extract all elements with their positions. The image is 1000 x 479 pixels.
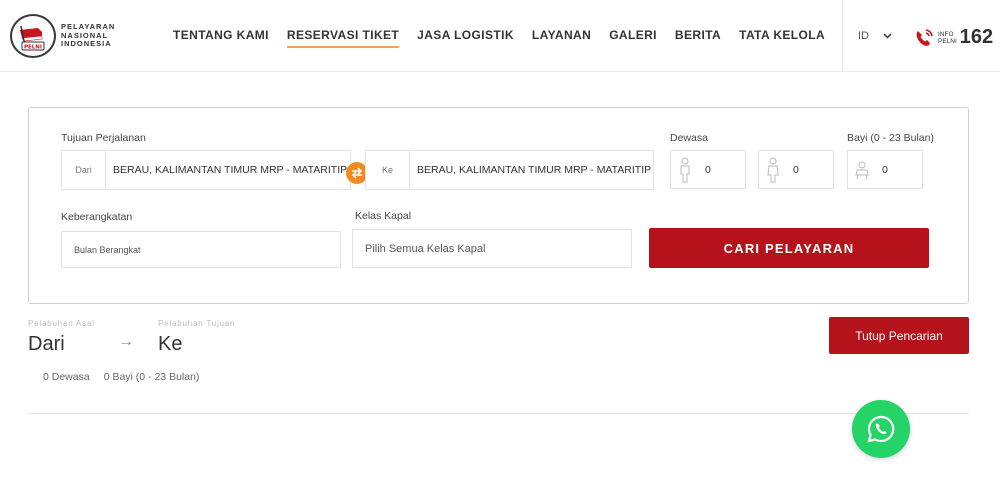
passenger-summary: 0 Dewasa 0 Bayi (0 - 23 Bulan) bbox=[43, 371, 199, 383]
info-label-bottom: PELNI bbox=[938, 37, 957, 45]
nav-reservasi-tiket[interactable]: RESERVASI TIKET bbox=[286, 28, 400, 48]
origin-port-value: Dari bbox=[28, 333, 65, 355]
pelni-logo[interactable]: PELNI PELAYARAN NASIONAL INDONESIA bbox=[10, 14, 115, 58]
search-voyage-button[interactable]: CARI PELAYARAN bbox=[649, 228, 929, 268]
infant-summary: 0 Bayi (0 - 23 Bulan) bbox=[103, 371, 200, 383]
to-value: BERAU, KALIMANTAN TIMUR MRP - MATARITIP bbox=[417, 164, 652, 176]
from-prefix: Dari bbox=[62, 151, 106, 189]
phone-icon bbox=[913, 27, 935, 49]
language-selector[interactable]: ID bbox=[858, 30, 892, 42]
adult-summary: 0 Dewasa bbox=[43, 371, 90, 383]
info-number: 162 bbox=[959, 26, 994, 48]
departure-placeholder: Bulan Berangkat bbox=[74, 244, 141, 255]
whatsapp-icon[interactable] bbox=[852, 400, 910, 458]
infant-counter[interactable]: 0 bbox=[847, 150, 923, 189]
header-divider bbox=[842, 0, 843, 72]
class-placeholder: Pilih Semua Kelas Kapal bbox=[365, 242, 486, 255]
from-field[interactable]: Dari BERAU, KALIMANTAN TIMUR MRP - MATAR… bbox=[61, 150, 351, 190]
brand-name: PELAYARAN NASIONAL INDONESIA bbox=[61, 23, 115, 49]
infant-label: Bayi (0 - 23 Bulan) bbox=[847, 132, 934, 144]
pelni-logo-icon: PELNI bbox=[10, 14, 56, 58]
brand-line-3: INDONESIA bbox=[61, 39, 112, 49]
from-value: BERAU, KALIMANTAN TIMUR MRP - MATARITIP bbox=[113, 164, 348, 176]
departure-month-field[interactable]: Bulan Berangkat bbox=[61, 231, 341, 268]
chevron-down-icon bbox=[883, 31, 892, 42]
child-counter[interactable]: 0 bbox=[758, 150, 834, 189]
language-value: ID bbox=[858, 30, 869, 42]
adult-label: Dewasa bbox=[670, 132, 708, 144]
search-card: Tujuan Perjalanan Dari BERAU, KALIMANTAN… bbox=[28, 107, 969, 304]
nav-layanan[interactable]: LAYANAN bbox=[532, 28, 591, 48]
nav-tata-kelola[interactable]: TATA KELOLA bbox=[739, 28, 825, 48]
adult-icon bbox=[671, 157, 699, 183]
departure-label: Keberangkatan bbox=[61, 211, 133, 223]
adult-counter[interactable]: 0 bbox=[670, 150, 746, 189]
pelni-badge-text: PELNI bbox=[24, 44, 42, 50]
child-icon bbox=[759, 157, 787, 183]
to-prefix: Ke bbox=[366, 151, 410, 189]
child-count: 0 bbox=[793, 163, 799, 176]
nav-tentang-kami[interactable]: TENTANG KAMI bbox=[173, 28, 269, 48]
info-label: INFO PELNI bbox=[938, 31, 957, 45]
origin-port-label: Pelabuhan Asal bbox=[28, 319, 95, 328]
class-label: Kelas Kapal bbox=[355, 210, 412, 222]
destination-port-value: Ke bbox=[158, 333, 183, 355]
site-header: PELNI PELAYARAN NASIONAL INDONESIA TENTA… bbox=[0, 0, 1000, 72]
infant-count: 0 bbox=[882, 163, 888, 176]
to-field[interactable]: Ke BERAU, KALIMANTAN TIMUR MRP - MATARIT… bbox=[365, 150, 654, 190]
info-pelni-hotline[interactable]: INFO PELNI 162 bbox=[913, 26, 993, 49]
destination-label: Tujuan Perjalanan bbox=[61, 132, 146, 144]
route-arrow: → bbox=[118, 333, 134, 350]
nav-jasa-logistik[interactable]: JASA LOGISTIK bbox=[417, 28, 514, 48]
nav-galeri[interactable]: GALERI bbox=[609, 28, 657, 48]
main-nav: TENTANG KAMI RESERVASI TIKET JASA LOGIST… bbox=[173, 28, 843, 48]
info-label-top: INFO bbox=[938, 30, 954, 38]
destination-port-label: Pelabuhan Tujuan bbox=[158, 319, 236, 328]
section-divider bbox=[28, 413, 969, 414]
nav-berita[interactable]: BERITA bbox=[675, 28, 721, 48]
ship-class-select[interactable]: Pilih Semua Kelas Kapal bbox=[352, 229, 632, 268]
infant-icon bbox=[848, 160, 876, 180]
close-search-button[interactable]: Tutup Pencarian bbox=[829, 317, 969, 354]
adult-count: 0 bbox=[705, 163, 711, 176]
